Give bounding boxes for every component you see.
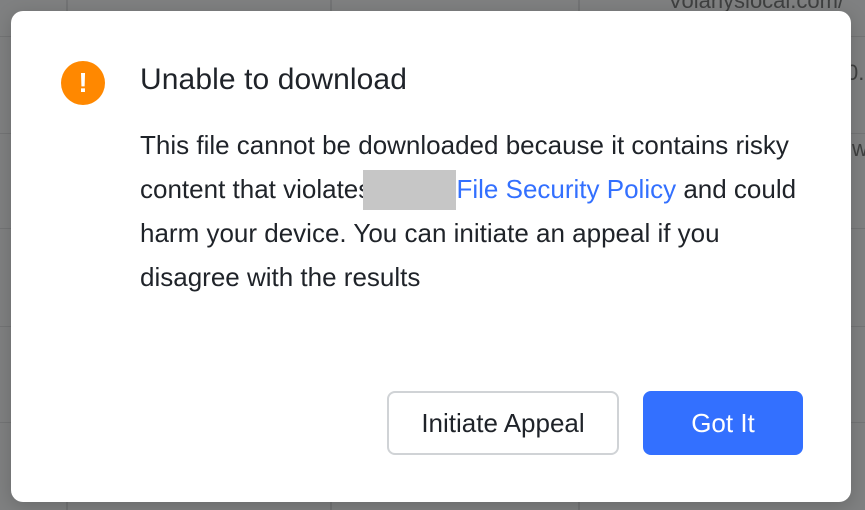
warning-exclamation-icon: ! bbox=[61, 61, 105, 105]
redacted-block bbox=[363, 170, 457, 210]
background-cell-text: w bbox=[852, 136, 865, 161]
dialog-title: Unable to download bbox=[140, 63, 407, 96]
unable-to-download-dialog: ! Unable to download This file cannot be… bbox=[11, 11, 851, 502]
dialog-message: This file cannot be downloaded because i… bbox=[140, 123, 820, 299]
initiate-appeal-button[interactable]: Initiate Appeal bbox=[387, 391, 619, 455]
got-it-button[interactable]: Got It bbox=[643, 391, 803, 455]
file-security-policy-link[interactable]: File Security Policy bbox=[456, 174, 676, 204]
